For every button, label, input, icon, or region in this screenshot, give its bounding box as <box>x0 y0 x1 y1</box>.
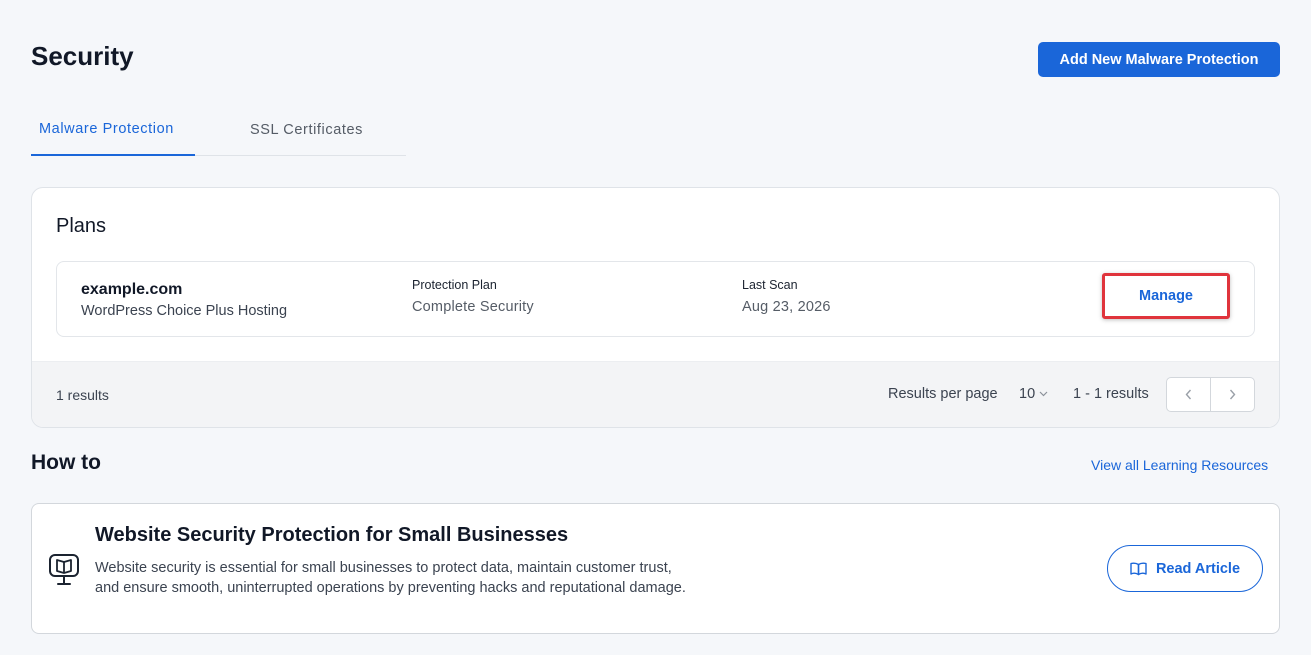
tab-bar: Malware Protection SSL Certificates <box>31 108 406 156</box>
next-page-button[interactable] <box>1210 378 1254 411</box>
article-card: Website Security Protection for Small Bu… <box>31 503 1280 634</box>
tab-ssl-certificates[interactable]: SSL Certificates <box>242 108 371 156</box>
results-count: 1 results <box>56 387 109 403</box>
monitor-book-icon <box>48 552 80 588</box>
chevron-down-icon <box>1039 389 1048 400</box>
page-title: Security <box>31 41 134 71</box>
chevron-left-icon <box>1185 389 1192 400</box>
plans-title: Plans <box>56 215 107 237</box>
previous-page-button[interactable] <box>1167 378 1210 411</box>
tab-malware-protection[interactable]: Malware Protection <box>31 108 195 156</box>
manage-button[interactable]: Manage <box>1102 273 1230 319</box>
read-article-button[interactable]: Read Article <box>1107 545 1263 592</box>
plan-row: example.com WordPress Choice Plus Hostin… <box>56 261 1255 337</box>
protection-plan-value: Complete Security <box>412 299 534 315</box>
results-per-page-value: 10 <box>1019 386 1036 402</box>
plans-pagination-footer: 1 results Results per page 10 1 - 1 resu… <box>32 361 1279 427</box>
article-description: Website security is essential for small … <box>95 560 686 596</box>
plans-card: Plans example.com WordPress Choice Plus … <box>31 187 1280 428</box>
results-per-page-label: Results per page <box>888 386 998 402</box>
pager <box>1166 377 1255 412</box>
read-article-label: Read Article <box>1155 560 1241 577</box>
results-range: 1 - 1 results <box>1073 386 1149 402</box>
article-title: Website Security Protection for Small Bu… <box>95 524 569 546</box>
results-per-page-select[interactable]: 10 <box>1019 386 1048 402</box>
last-scan-value: Aug 23, 2026 <box>742 299 831 315</box>
howto-title: How to <box>31 451 101 474</box>
protection-plan-label: Protection Plan <box>412 278 497 292</box>
last-scan-label: Last Scan <box>742 278 798 292</box>
plan-hosting: WordPress Choice Plus Hosting <box>81 303 288 319</box>
chevron-right-icon <box>1229 389 1236 400</box>
plan-domain: example.com <box>81 281 183 298</box>
view-all-learning-resources-link[interactable]: View all Learning Resources <box>1091 457 1268 473</box>
add-malware-protection-button[interactable]: Add New Malware Protection <box>1038 42 1280 77</box>
book-icon <box>1130 562 1147 575</box>
